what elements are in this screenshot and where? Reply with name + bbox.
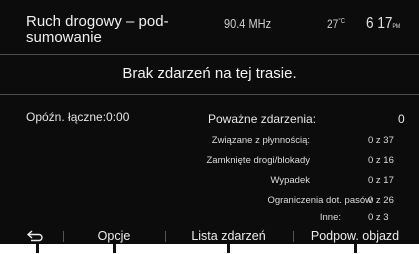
bezel-mark: [227, 244, 230, 253]
temperature-value: 27: [327, 17, 339, 31]
no-events-message: Brak zdarzeń na tej trasie.: [122, 65, 297, 82]
detour-button[interactable]: Podpow. objazd: [294, 228, 416, 244]
other-events-value: 0 z 3: [368, 212, 389, 223]
bezel-mark: [36, 244, 39, 253]
accidents-label: Wypadek: [270, 175, 310, 186]
total-delay-value: 0:00: [106, 110, 130, 124]
events-list-button[interactable]: Lista zdarzeń: [166, 228, 291, 244]
radio-frequency: 90.4 MHz: [224, 17, 272, 31]
clock: 6 17PM: [366, 15, 400, 33]
back-button[interactable]: [20, 228, 50, 244]
closed-roads-value: 0 z 16: [368, 155, 394, 166]
back-arrow-icon: [26, 230, 43, 242]
bezel-mark: [113, 244, 116, 253]
traffic-summary-screen: Ruch drogowy – pod-sumowanie 90.4 MHz 27…: [0, 0, 419, 244]
total-delay-label: Opóźn. łączne:: [26, 110, 107, 124]
flow-events-label: Związane z płynnością:: [211, 135, 310, 146]
message-divider: [0, 94, 419, 95]
serious-events-value: 0: [398, 112, 405, 126]
page-title: Ruch drogowy – pod-sumowanie: [26, 13, 169, 46]
lane-restrictions-label: Ograniczenia dot. pasów: [267, 195, 372, 206]
clock-time: 6 17: [366, 15, 393, 32]
flow-events-value: 0 z 37: [368, 135, 394, 146]
temperature-unit: °C: [338, 18, 346, 25]
options-button[interactable]: Opcje: [64, 228, 164, 244]
accidents-value: 0 z 17: [368, 175, 394, 186]
serious-events-label: Poważne zdarzenia:: [208, 112, 317, 126]
other-events-label: Inne:: [319, 212, 341, 223]
clock-suffix: PM: [392, 24, 401, 30]
bottom-menu: Opcje Lista zdarzeń Podpow. objazd: [0, 228, 419, 244]
total-delay: Opóźn. łączne:0:00: [26, 110, 129, 124]
bezel-mark: [354, 244, 357, 253]
lane-restrictions-value: 0 z 26: [368, 195, 394, 206]
closed-roads-label: Zamknięte drogi/blokady: [206, 155, 311, 166]
bezel-strip: [0, 244, 419, 254]
outside-temperature: 27°C: [327, 17, 345, 31]
